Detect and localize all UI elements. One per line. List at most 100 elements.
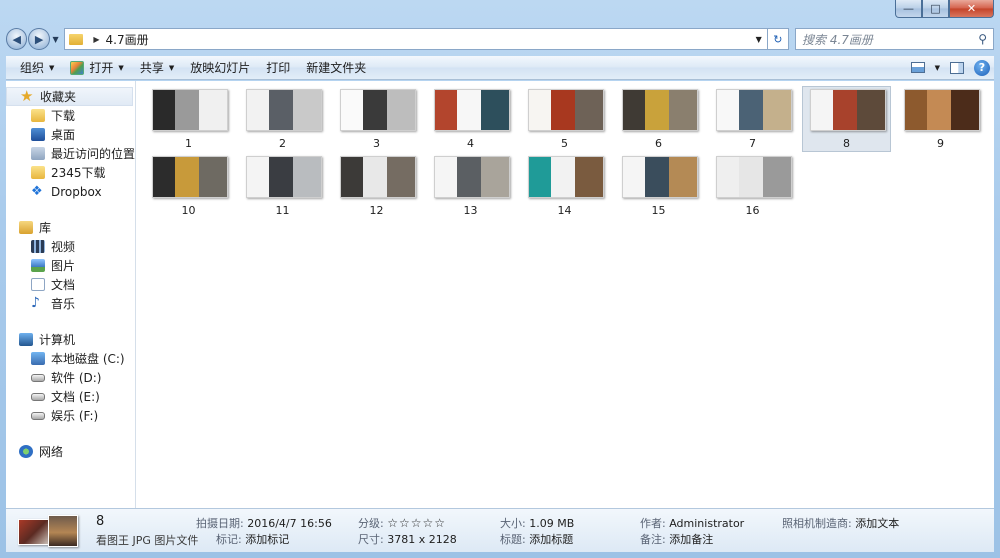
image-thumbnail [528, 156, 604, 198]
back-arrow-icon: ◀ [12, 32, 21, 46]
favorites-group: ★ 收藏夹 下载 桌面 最近访问的位置 2345下载 ❖ Dropbox [6, 87, 135, 201]
desktop-icon [31, 128, 45, 141]
sidebar-item-label: 视频 [51, 240, 76, 254]
print-button[interactable]: 打印 [258, 58, 298, 78]
file-name-label: 6 [655, 137, 662, 150]
search-placeholder: 搜索 4.7画册 [802, 32, 873, 47]
chevron-down-icon: ▼ [49, 63, 55, 72]
address-bar[interactable]: ▶ 4.7画册 ▼ [64, 28, 768, 50]
view-options-dropdown[interactable]: ▼ [935, 64, 940, 72]
detail-title[interactable]: 标题: 添加标题 [500, 531, 573, 547]
sidebar-item-drive-c[interactable]: 本地磁盘 (C:) [6, 349, 135, 368]
sidebar-item-drive-f[interactable]: 娱乐 (F:) [6, 406, 135, 425]
new-folder-button[interactable]: 新建文件夹 [298, 58, 374, 78]
sidebar-item-label: 最近访问的位置 [51, 147, 136, 161]
image-thumbnail [434, 156, 510, 198]
detail-size: 大小: 1.09 MB [500, 517, 575, 530]
command-bar: 组织 ▼ 打开 ▼ 共享 ▼ 放映幻灯片 打印 新建文件夹 ▼ ? [6, 56, 994, 80]
file-item[interactable]: 14 [520, 153, 609, 219]
image-thumbnail [716, 156, 792, 198]
sidebar-item-2345-downloads[interactable]: 2345下载 [6, 163, 135, 182]
image-thumbnail [434, 89, 510, 131]
file-name-label: 7 [749, 137, 756, 150]
search-input[interactable]: 搜索 4.7画册 ⚲ [795, 28, 995, 50]
file-item[interactable]: 4 [426, 86, 515, 152]
detail-author[interactable]: 作者: Administrator [640, 515, 744, 531]
file-item[interactable]: 9 [896, 86, 985, 152]
image-thumbnail [528, 89, 604, 131]
file-item[interactable]: 3 [332, 86, 421, 152]
main-area: ★ 收藏夹 下载 桌面 最近访问的位置 2345下载 ❖ Dropbox 库 视频… [6, 81, 994, 508]
detail-rating[interactable]: 分级: ☆☆☆☆☆ [358, 515, 446, 531]
refresh-icon: ↻ [773, 32, 783, 46]
maximize-button[interactable]: □ [922, 0, 949, 18]
sidebar-item-label: 收藏夹 [40, 90, 77, 104]
detail-camera-maker[interactable]: 照相机制造商: 添加文本 [782, 515, 899, 531]
sidebar-item-downloads[interactable]: 下载 [6, 106, 135, 125]
sidebar-item-computer[interactable]: 计算机 [6, 330, 135, 349]
sidebar-item-videos[interactable]: 视频 [6, 237, 135, 256]
sidebar-item-desktop[interactable]: 桌面 [6, 125, 135, 144]
sidebar-item-label: 库 [39, 221, 52, 235]
open-button[interactable]: 打开 ▼ [62, 58, 131, 78]
picture-icon [31, 259, 45, 272]
file-name-label: 15 [651, 204, 666, 217]
forward-button[interactable]: ▶ [28, 28, 50, 50]
search-icon: ⚲ [978, 32, 988, 46]
breadcrumb-current[interactable]: 4.7画册 [106, 31, 149, 48]
sidebar-item-drive-e[interactable]: 文档 (E:) [6, 387, 135, 406]
change-view-icon[interactable] [910, 62, 925, 73]
navigation-pane: ★ 收藏夹 下载 桌面 最近访问的位置 2345下载 ❖ Dropbox 库 视频… [6, 81, 136, 508]
back-button[interactable]: ◀ [6, 28, 28, 50]
sidebar-item-favorites[interactable]: ★ 收藏夹 [6, 87, 133, 106]
folder-icon [69, 33, 84, 45]
file-item[interactable]: 2 [238, 86, 327, 152]
image-thumbnail [246, 156, 322, 198]
sidebar-item-libraries[interactable]: 库 [6, 218, 135, 237]
image-thumbnail [246, 89, 322, 131]
address-dropdown-button[interactable]: ▼ [751, 35, 767, 44]
open-label: 打开 [89, 61, 114, 75]
file-item[interactable]: 16 [708, 153, 797, 219]
slideshow-button[interactable]: 放映幻灯片 [182, 58, 258, 78]
file-item[interactable]: 1 [144, 86, 233, 152]
organize-button[interactable]: 组织 ▼ [12, 58, 62, 78]
file-item[interactable]: 11 [238, 153, 327, 219]
image-thumbnail [152, 156, 228, 198]
computer-group: 计算机 本地磁盘 (C:) 软件 (D:) 文档 (E:) 娱乐 (F:) [6, 330, 135, 425]
detail-tags[interactable]: 标记: 添加标记 [216, 531, 289, 547]
file-name-label: 10 [181, 204, 196, 217]
file-item[interactable]: 6 [614, 86, 703, 152]
navigation-bar: ◀ ▶ ▼ ▶ 4.7画册 ▼ ↻ 搜索 4.7画册 ⚲ [6, 24, 995, 54]
sidebar-item-pictures[interactable]: 图片 [6, 256, 135, 275]
close-button[interactable]: ✕ [949, 0, 994, 18]
file-item[interactable]: 8 [802, 86, 891, 152]
dropbox-icon: ❖ [31, 184, 43, 199]
sidebar-item-documents[interactable]: 文档 [6, 275, 135, 294]
sidebar-item-network[interactable]: 网络 [6, 442, 135, 461]
sidebar-item-dropbox[interactable]: ❖ Dropbox [6, 182, 135, 201]
sidebar-item-recent-places[interactable]: 最近访问的位置 [6, 144, 135, 163]
help-icon[interactable]: ? [974, 59, 990, 76]
recent-pages-dropdown[interactable]: ▼ [50, 35, 62, 44]
file-item[interactable]: 7 [708, 86, 797, 152]
detail-comments[interactable]: 备注: 添加备注 [640, 531, 713, 547]
file-item[interactable]: 12 [332, 153, 421, 219]
file-item[interactable]: 15 [614, 153, 703, 219]
file-item[interactable]: 10 [144, 153, 233, 219]
sidebar-item-music[interactable]: ♪ 音乐 [6, 294, 135, 313]
file-item[interactable]: 5 [520, 86, 609, 152]
share-button[interactable]: 共享 ▼ [132, 58, 182, 78]
sidebar-item-label: Dropbox [51, 184, 102, 199]
sidebar-item-drive-d[interactable]: 软件 (D:) [6, 368, 135, 387]
sidebar-item-label: 软件 (D:) [51, 371, 102, 385]
network-icon [19, 445, 33, 458]
breadcrumb-separator-icon[interactable]: ▶ [93, 35, 99, 44]
file-name-label: 5 [561, 137, 568, 150]
libraries-group: 库 视频 图片 文档 ♪ 音乐 [6, 218, 135, 313]
minimize-button[interactable]: — [895, 0, 922, 18]
preview-pane-icon[interactable] [950, 61, 964, 74]
sidebar-item-label: 桌面 [51, 128, 76, 142]
refresh-button[interactable]: ↻ [767, 28, 790, 50]
file-item[interactable]: 13 [426, 153, 515, 219]
